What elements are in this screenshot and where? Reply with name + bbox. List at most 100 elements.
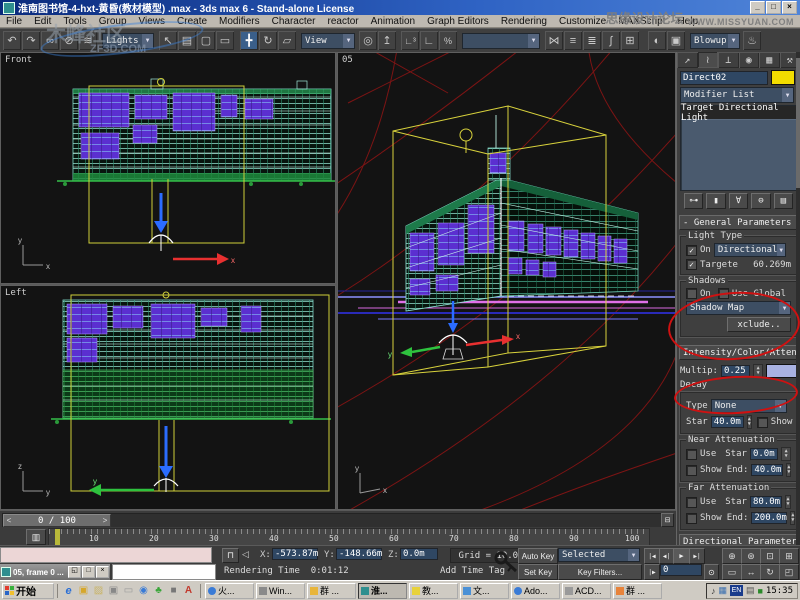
selection-region-button[interactable]: ▢ <box>197 31 215 50</box>
select-move-button[interactable]: ╋ <box>240 31 258 50</box>
percent-snap-button[interactable]: % <box>439 31 457 50</box>
task-button-acdsee[interactable]: ACD... <box>562 583 611 599</box>
minimize-button[interactable]: _ <box>750 1 765 14</box>
select-object-button[interactable]: ↖ <box>159 31 177 50</box>
select-manipulate-button[interactable]: ↥ <box>378 31 396 50</box>
make-unique-button[interactable]: ∀ <box>729 193 748 209</box>
task-button-max-file[interactable]: 淮... <box>358 583 407 599</box>
far-start-spinner[interactable]: ▲▼ <box>785 495 791 509</box>
quicklaunch-player-icon[interactable]: ◉ <box>136 585 151 596</box>
clock[interactable]: 15:35 <box>766 586 793 596</box>
near-end-spinner[interactable]: ▲▼ <box>786 463 791 477</box>
selection-lock-toggle[interactable]: ⊓ <box>222 548 239 563</box>
pin-stack-button[interactable]: ⊶ <box>684 193 703 209</box>
layer-manager-button[interactable]: ≣ <box>583 31 601 50</box>
quick-render-button[interactable]: ♨ <box>743 31 761 50</box>
set-key-button[interactable]: Set Key <box>518 564 558 580</box>
use-pivot-center-button[interactable]: ◎ <box>359 31 377 50</box>
trackbar-ruler[interactable]: 10 20 30 40 50 60 70 80 90 100 <box>48 528 650 546</box>
tab-create-icon[interactable]: ↗ <box>677 52 698 68</box>
quicklaunch-ie-icon[interactable]: e <box>61 585 76 597</box>
front-viewport-canvas[interactable]: x y x <box>1 53 336 284</box>
menu-character[interactable]: Character <box>266 16 322 27</box>
menu-views[interactable]: Views <box>133 16 172 27</box>
next-frame-button[interactable]: |▶ <box>644 564 660 580</box>
left-move-gizmo[interactable]: y <box>89 426 178 496</box>
volume-icon[interactable]: ♪ <box>711 586 716 596</box>
mirror-button[interactable]: ⋈ <box>545 31 563 50</box>
input-method-icon[interactable]: ▤ <box>746 585 755 596</box>
quicklaunch-app3-icon[interactable]: ▨ <box>91 585 106 596</box>
front-move-gizmo[interactable]: x <box>149 193 235 265</box>
near-use-checkbox[interactable] <box>686 449 697 460</box>
select-scale-button[interactable]: ▱ <box>278 31 296 50</box>
near-end-field[interactable]: 40.0m <box>751 464 783 476</box>
key-mode-dropdown[interactable]: Selected ▼ <box>558 548 640 562</box>
near-start-spinner[interactable]: ▲▼ <box>781 447 791 461</box>
tab-hierarchy-icon[interactable]: ⊥ <box>718 52 739 68</box>
menu-create[interactable]: Create <box>171 16 213 27</box>
menu-help[interactable]: Help <box>671 16 704 27</box>
start-button[interactable]: 开始 <box>2 583 54 599</box>
tab-display-icon[interactable]: ▦ <box>759 52 780 68</box>
near-start-field[interactable]: 0.0m <box>750 448 778 460</box>
tab-modify-icon[interactable]: ≀ <box>698 52 719 68</box>
viewport-front[interactable]: Front <box>0 52 336 284</box>
decay-start-spinner[interactable]: ▲▼ <box>747 415 752 429</box>
time-slider-handle[interactable]: < 0 / 100 > <box>3 514 111 527</box>
zoom-all-button[interactable]: ⊛ <box>741 548 761 564</box>
shadow-type-dropdown[interactable]: Shadow Map ▼ <box>686 301 791 315</box>
menu-reactor[interactable]: reactor <box>322 16 365 27</box>
task-button-qun1[interactable]: 群 ... <box>307 583 356 599</box>
menu-modifiers[interactable]: Modifiers <box>213 16 266 27</box>
min-max-toggle-button[interactable]: ◰ <box>779 564 799 580</box>
light-color-swatch[interactable] <box>771 70 795 85</box>
region-zoom-button[interactable]: ▭ <box>722 564 742 580</box>
render-frame-window-titlebar[interactable]: 05, frame 0 ... ◱ □ × <box>0 564 110 580</box>
align-button[interactable]: ≡ <box>564 31 582 50</box>
zoom-extents-all-button[interactable]: ⊞ <box>779 548 799 564</box>
task-button-wen[interactable]: 文... <box>460 583 509 599</box>
quicklaunch-flower-icon[interactable]: ♣ <box>151 585 166 596</box>
timeslider-aux-button[interactable]: ⊟ <box>661 513 674 527</box>
viewport-05-label[interactable]: 05 <box>342 55 353 65</box>
viewport-left[interactable]: Left <box>0 285 336 510</box>
task-button-qun2[interactable]: 群 ... <box>613 583 662 599</box>
decay-show-checkbox[interactable] <box>757 417 768 428</box>
named-selection-dropdown[interactable]: ▼ <box>462 33 540 49</box>
slider-prev-frame-arrow[interactable]: < <box>4 516 14 525</box>
previous-frame-button[interactable]: ◀| <box>659 548 674 564</box>
render-type-dropdown[interactable]: Blowup ▼ <box>690 33 740 49</box>
remove-modifier-button[interactable]: ⊖ <box>751 193 770 209</box>
far-end-spinner[interactable]: ▲▼ <box>790 511 795 525</box>
configure-modifier-button[interactable]: ▤ <box>774 193 793 209</box>
exclude-button[interactable]: xclude.. <box>727 317 791 332</box>
go-to-end-button[interactable]: ▶| <box>689 548 705 564</box>
decay-start-field[interactable]: 40.0m <box>711 416 744 428</box>
render-scene-button[interactable]: ▣ <box>667 31 685 50</box>
language-indicator[interactable]: EN <box>730 585 743 596</box>
maximize-button[interactable]: □ <box>766 1 781 14</box>
tab-motion-icon[interactable]: ◉ <box>739 52 760 68</box>
pan-button[interactable]: ↔ <box>741 564 761 580</box>
menu-customize[interactable]: Customize <box>553 16 612 27</box>
multiplier-spinner[interactable]: ▲▼ <box>753 364 764 378</box>
quicklaunch-acdsee-icon[interactable]: A <box>181 585 196 596</box>
panel-scrollbar[interactable] <box>796 52 800 545</box>
quicklaunch-app5-icon[interactable]: ▭ <box>121 585 136 596</box>
targeted-checkbox[interactable]: ✓ <box>686 259 697 270</box>
decay-type-dropdown[interactable]: None ▼ <box>711 399 787 413</box>
far-show-checkbox[interactable] <box>686 513 697 524</box>
go-to-start-button[interactable]: |◀ <box>644 548 660 564</box>
menu-group[interactable]: Group <box>93 16 133 27</box>
z-coordinate-field[interactable]: 0.0m <box>400 548 438 560</box>
material-editor-button[interactable]: ◐ <box>648 31 666 50</box>
quicklaunch-app4-icon[interactable]: ▣ <box>106 585 121 596</box>
rollout-general-parameters[interactable]: - General Parameters <box>679 215 798 230</box>
arc-rotate-button[interactable]: ↻ <box>760 564 780 580</box>
macro-recorder-pane[interactable] <box>0 547 212 563</box>
task-button-jiao[interactable]: 教... <box>409 583 458 599</box>
render-window-maximize-button[interactable]: □ <box>82 566 95 578</box>
window-crossing-button[interactable]: ▭ <box>216 31 234 50</box>
menu-file[interactable]: File <box>0 16 28 27</box>
